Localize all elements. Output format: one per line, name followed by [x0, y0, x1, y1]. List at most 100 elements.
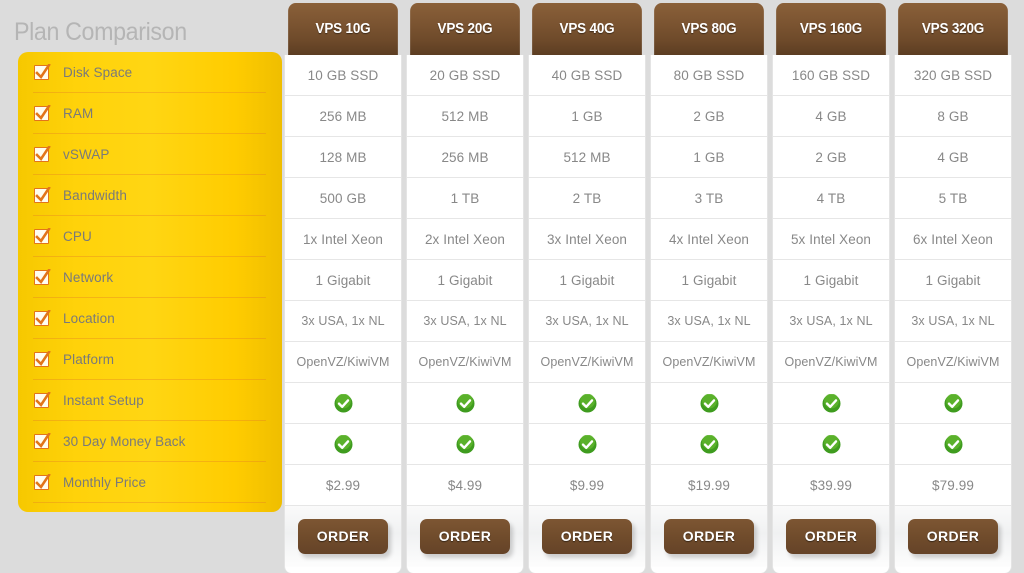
feature-row[interactable]: Platform: [18, 339, 282, 380]
plans-table: VPS 10G 10 GB SSD 256 MB 128 MB 500 GB 1x Int…: [282, 0, 1014, 573]
spec-cell-bandwidth: 4 TB: [773, 178, 889, 219]
spec-cell-money-back: [895, 424, 1011, 465]
feature-row[interactable]: Location: [18, 298, 282, 339]
green-check-circle-icon: [822, 434, 841, 454]
spec-cell-cpu: 6x Intel Xeon: [895, 219, 1011, 260]
checkbox-checked-icon[interactable]: [34, 146, 51, 162]
spec-cell-ram: 1 GB: [529, 96, 645, 137]
checkbox-checked-icon[interactable]: [34, 64, 51, 80]
spec-cell-location: 3x USA, 1x NL: [895, 301, 1011, 342]
spec-cell-platform: OpenVZ/KiwiVM: [407, 342, 523, 383]
spec-cell-disk-space: 320 GB SSD: [895, 55, 1011, 96]
spec-cell-instant-setup: [529, 383, 645, 424]
green-check-circle-icon: [578, 434, 597, 454]
checkbox-checked-icon[interactable]: [34, 187, 51, 203]
spec-cell-disk-space: 80 GB SSD: [651, 55, 767, 96]
spec-cell-cpu: 2x Intel Xeon: [407, 219, 523, 260]
spec-cell-ram: 512 MB: [407, 96, 523, 137]
order-button[interactable]: ORDER: [297, 519, 389, 554]
feature-label: Disk Space: [63, 65, 133, 80]
feature-label: 30 Day Money Back: [63, 434, 186, 449]
feature-label: Location: [63, 311, 115, 326]
spec-cell-platform: OpenVZ/KiwiVM: [773, 342, 889, 383]
spec-cell-ram: 2 GB: [651, 96, 767, 137]
spec-cell-disk-space: 40 GB SSD: [529, 55, 645, 96]
order-button[interactable]: ORDER: [785, 519, 877, 554]
spec-cell-location: 3x USA, 1x NL: [773, 301, 889, 342]
checkbox-checked-icon[interactable]: [34, 228, 51, 244]
spec-cell-bandwidth: 500 GB: [285, 178, 401, 219]
order-button[interactable]: ORDER: [419, 519, 511, 554]
checkbox-checked-icon[interactable]: [34, 269, 51, 285]
spec-cell-network: 1 Gigabit: [285, 260, 401, 301]
plan-name-header: VPS 320G: [898, 3, 1008, 55]
spec-cell-location: 3x USA, 1x NL: [651, 301, 767, 342]
checkbox-checked-icon[interactable]: [34, 310, 51, 326]
feature-label: CPU: [63, 229, 92, 244]
spec-cell-bandwidth: 5 TB: [895, 178, 1011, 219]
feature-label: Monthly Price: [63, 475, 147, 490]
plan-comparison-page: Plan Comparison Disk Space RAM vSWAP Bandwi…: [0, 0, 1024, 573]
checkbox-checked-icon[interactable]: [34, 351, 51, 367]
spec-cell-instant-setup: [651, 383, 767, 424]
spec-cell-disk-space: 20 GB SSD: [407, 55, 523, 96]
plan-spec-list: 320 GB SSD 8 GB 4 GB 5 TB 6x Intel Xeon 1 Gig…: [894, 55, 1012, 573]
spec-cell-network: 1 Gigabit: [773, 260, 889, 301]
spec-cell-vswap: 1 GB: [651, 137, 767, 178]
feature-row[interactable]: Disk Space: [18, 52, 282, 93]
order-button[interactable]: ORDER: [541, 519, 633, 554]
spec-cell-vswap: 512 MB: [529, 137, 645, 178]
green-check-circle-icon: [700, 393, 719, 413]
green-check-circle-icon: [822, 393, 841, 413]
feature-row[interactable]: 30 Day Money Back: [18, 421, 282, 462]
spec-cell-network: 1 Gigabit: [651, 260, 767, 301]
feature-label: Network: [63, 270, 114, 285]
plan-spec-list: 160 GB SSD 4 GB 2 GB 4 TB 5x Intel Xeon 1 Gig…: [772, 55, 890, 573]
feature-row[interactable]: Monthly Price: [18, 462, 282, 503]
checkbox-checked-icon[interactable]: [34, 433, 51, 449]
spec-cell-instant-setup: [407, 383, 523, 424]
feature-row[interactable]: Bandwidth: [18, 175, 282, 216]
spec-cell-cpu: 4x Intel Xeon: [651, 219, 767, 260]
spec-cell-price: $39.99: [773, 465, 889, 506]
spec-cell-price: $9.99: [529, 465, 645, 506]
spec-cell-bandwidth: 3 TB: [651, 178, 767, 219]
green-check-circle-icon: [334, 434, 353, 454]
green-check-circle-icon: [456, 393, 475, 413]
checkbox-checked-icon[interactable]: [34, 392, 51, 408]
plan-spec-list: 10 GB SSD 256 MB 128 MB 500 GB 1x Intel Xeon…: [284, 55, 402, 573]
spec-cell-vswap: 256 MB: [407, 137, 523, 178]
page-title: Plan Comparison: [14, 18, 187, 46]
feature-label: Platform: [63, 352, 115, 367]
checkbox-checked-icon[interactable]: [34, 474, 51, 490]
order-cell: ORDER: [773, 506, 889, 567]
plan-spec-list: 80 GB SSD 2 GB 1 GB 3 TB 4x Intel Xeon 1 Giga…: [650, 55, 768, 573]
feature-row[interactable]: Instant Setup: [18, 380, 282, 421]
spec-cell-location: 3x USA, 1x NL: [285, 301, 401, 342]
feature-list-panel: Disk Space RAM vSWAP Bandwidth CPU Network Loc…: [18, 52, 282, 512]
plan-column: VPS 20G 20 GB SSD 512 MB 256 MB 1 TB 2x Intel…: [404, 0, 526, 573]
green-check-circle-icon: [334, 393, 353, 413]
spec-cell-platform: OpenVZ/KiwiVM: [529, 342, 645, 383]
spec-cell-price: $4.99: [407, 465, 523, 506]
feature-row[interactable]: vSWAP: [18, 134, 282, 175]
spec-cell-instant-setup: [773, 383, 889, 424]
spec-cell-bandwidth: 2 TB: [529, 178, 645, 219]
order-button[interactable]: ORDER: [663, 519, 755, 554]
feature-row[interactable]: Network: [18, 257, 282, 298]
feature-label: Instant Setup: [63, 393, 144, 408]
spec-cell-location: 3x USA, 1x NL: [407, 301, 523, 342]
feature-row[interactable]: CPU: [18, 216, 282, 257]
plan-name-header: VPS 40G: [532, 3, 642, 55]
order-button[interactable]: ORDER: [907, 519, 999, 554]
feature-row[interactable]: RAM: [18, 93, 282, 134]
spec-cell-network: 1 Gigabit: [529, 260, 645, 301]
spec-cell-money-back: [407, 424, 523, 465]
spec-cell-vswap: 2 GB: [773, 137, 889, 178]
spec-cell-price: $19.99: [651, 465, 767, 506]
spec-cell-ram: 256 MB: [285, 96, 401, 137]
checkbox-checked-icon[interactable]: [34, 105, 51, 121]
spec-cell-platform: OpenVZ/KiwiVM: [895, 342, 1011, 383]
spec-cell-location: 3x USA, 1x NL: [529, 301, 645, 342]
green-check-circle-icon: [944, 434, 963, 454]
